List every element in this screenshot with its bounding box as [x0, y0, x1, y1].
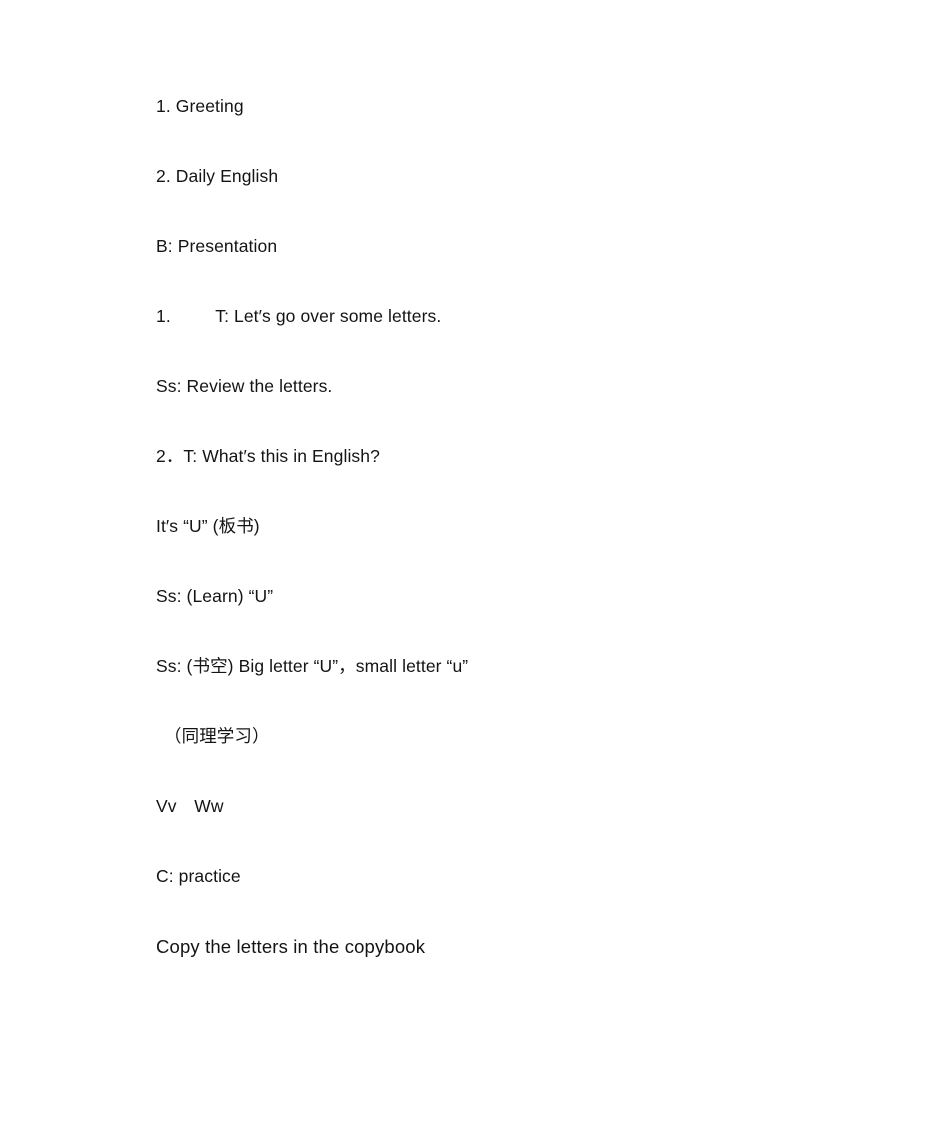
paragraph-section-b-presentation: B: Presentation	[156, 236, 278, 256]
paragraph-letters-vv-ww: Vv Ww	[156, 796, 224, 816]
paragraph-daily-english: 2. Daily English	[156, 166, 279, 186]
paragraph-section-c-practice: C: practice	[156, 866, 241, 886]
document-body: 1. Greeting 2. Daily English B: Presenta…	[156, 96, 856, 957]
paragraph-step-1-teacher-letters: 1. T: Let′s go over some letters.	[156, 306, 442, 326]
paragraph-same-method-note: （同理学习）	[164, 726, 270, 746]
document-page: 1. Greeting 2. Daily English B: Presenta…	[0, 0, 945, 1123]
paragraph-students-review-letters: Ss: Review the letters.	[156, 376, 333, 396]
paragraph-students-air-writing-big-small-u: Ss: (书空) Big letter “U”，small letter “u”	[156, 656, 469, 676]
paragraph-students-learn-u: Ss: (Learn) “U”	[156, 586, 274, 606]
paragraph-its-u-blackboard: It′s “U” (板书)	[156, 516, 260, 536]
paragraph-step-2-teacher-question: 2．T: What′s this in English?	[156, 446, 380, 466]
paragraph-greeting: 1. Greeting	[156, 96, 244, 116]
paragraph-copy-letters-copybook: Copy the letters in the copybook	[156, 936, 426, 957]
